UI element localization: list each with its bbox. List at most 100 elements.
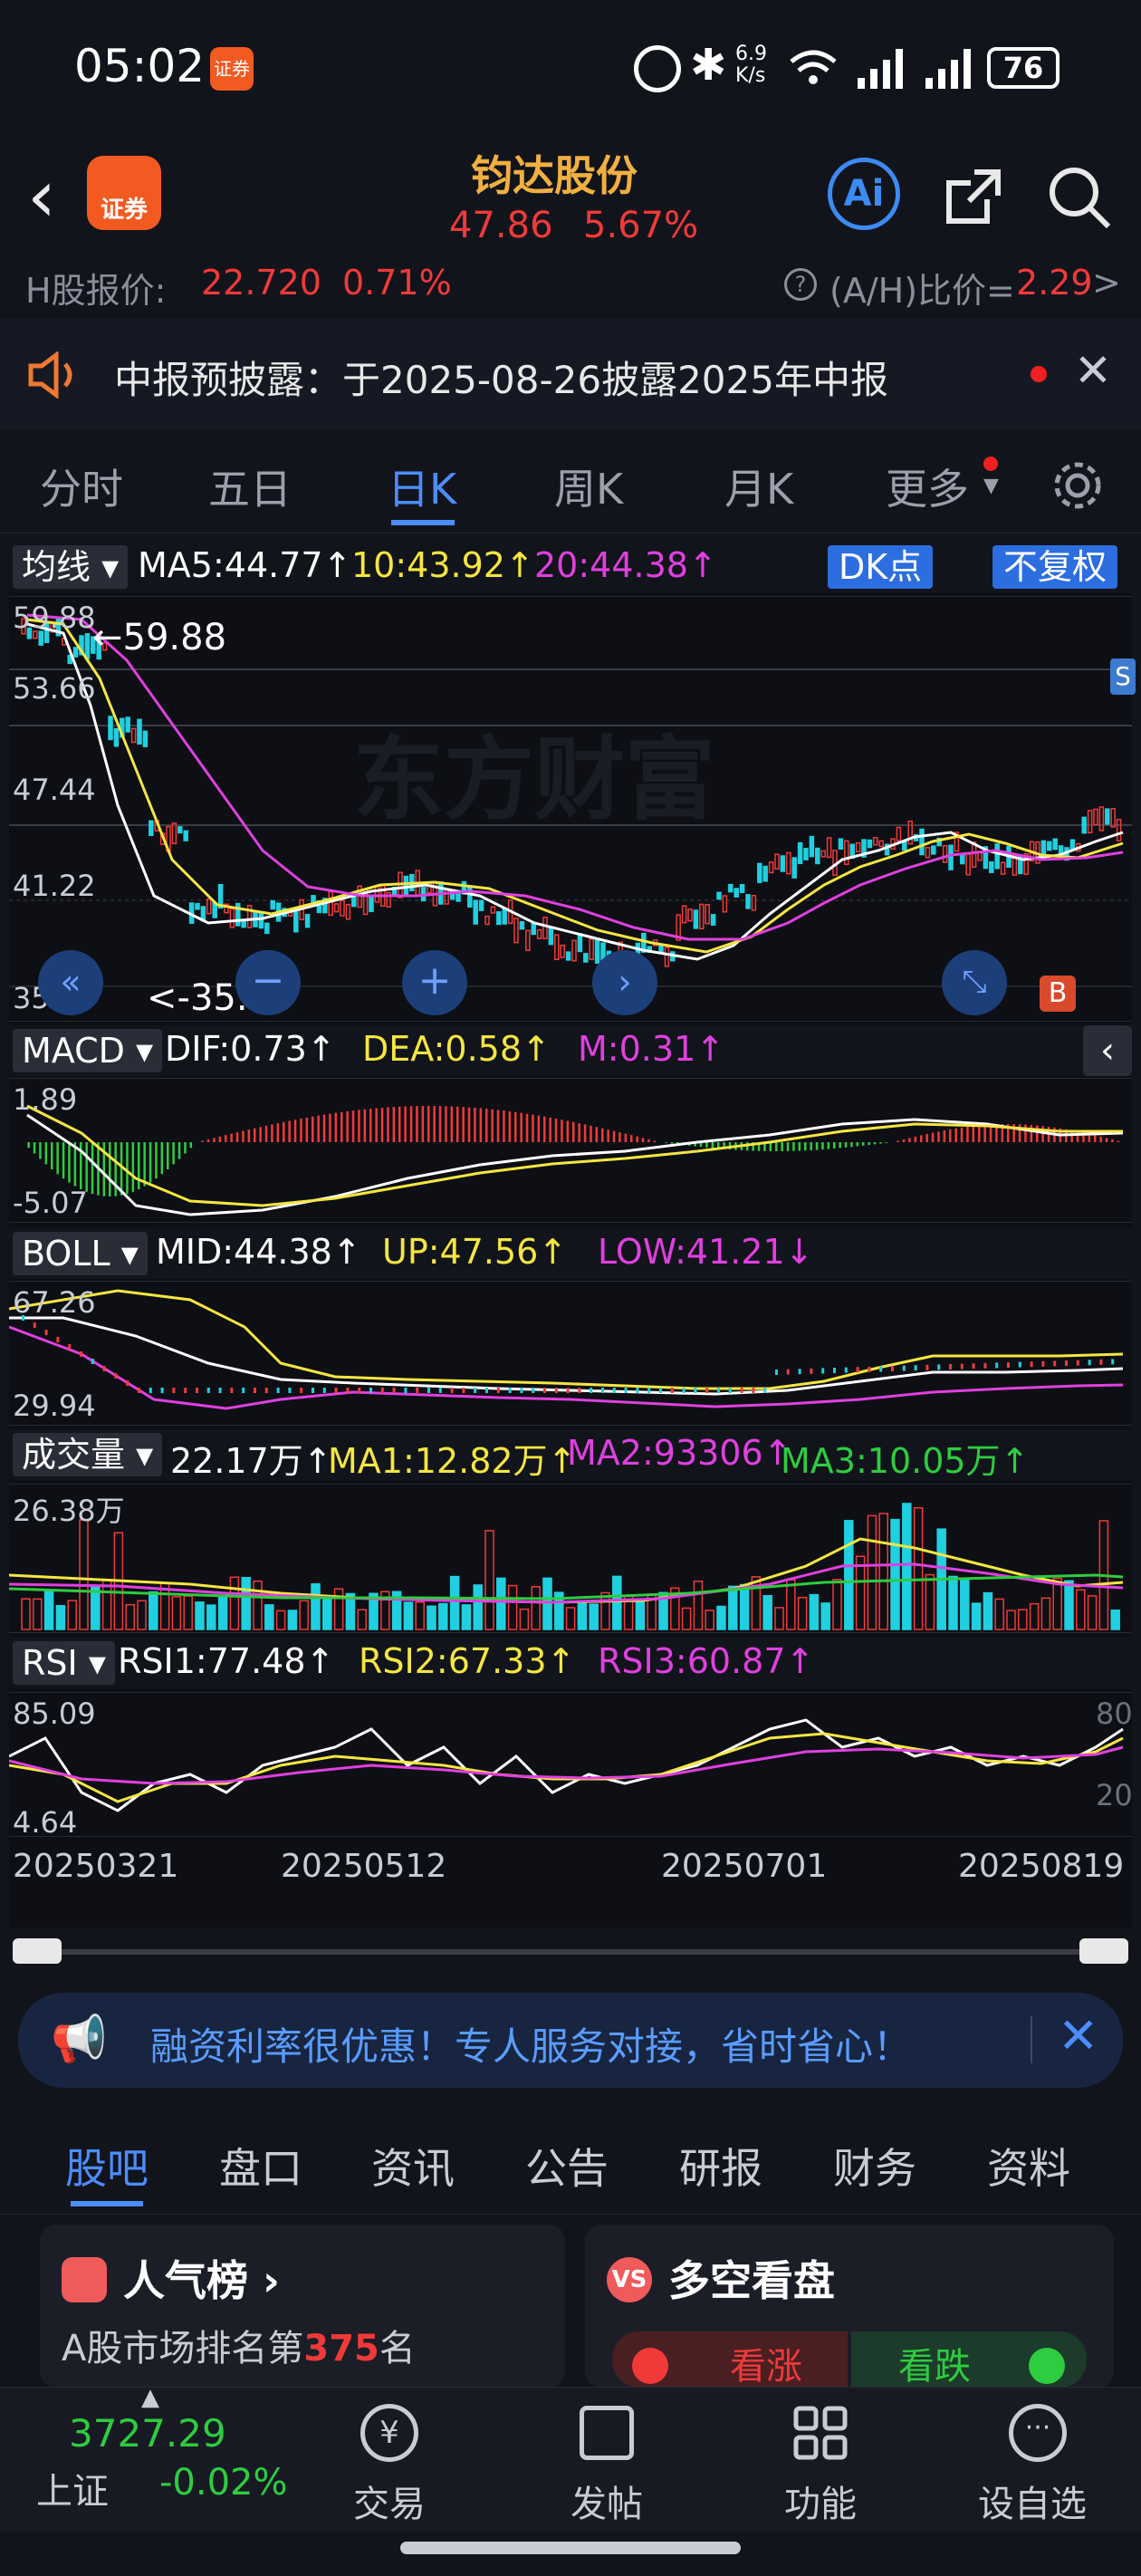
macd-bar <box>85 1142 88 1192</box>
ticker-up-icon: ▲ <box>141 2384 159 2411</box>
zoom-out-icon[interactable]: − <box>235 950 301 1015</box>
macd-bar <box>387 1107 389 1142</box>
tab-more[interactable]: 更多 <box>886 457 969 516</box>
promo-close-icon[interactable]: ✕ <box>1058 2007 1098 2064</box>
nav-post[interactable]: 发帖 <box>558 2397 657 2525</box>
back-icon[interactable]: ‹ <box>27 154 56 238</box>
kline-candle <box>183 830 188 841</box>
fullscreen-icon[interactable]: ⤡ <box>942 950 1007 1015</box>
kline-panel[interactable]: 东方财富 59.88 53.66 47.44 41.22 35.00 ←59.8… <box>9 596 1136 1022</box>
status-bar: 05:02 证券 ✱ 6.9 K/s 76 <box>0 0 1141 136</box>
dk-point-button[interactable]: DK点 <box>828 545 934 589</box>
bear-arrow-icon <box>1029 2348 1065 2384</box>
macd-bar <box>312 1116 314 1142</box>
tab-yanbao[interactable]: 研报 <box>679 2136 762 2196</box>
volume-bar <box>333 1588 344 1630</box>
tab-rik[interactable]: 日K <box>388 457 456 516</box>
tab-zhouk[interactable]: 周K <box>554 457 623 516</box>
volume-bar <box>1076 1589 1086 1630</box>
h-share-row[interactable]: H股报价: 22.720 0.71% ? (A/H)比价= 2.29 > <box>0 263 1141 317</box>
boll-candle <box>670 1388 674 1393</box>
close-icon[interactable]: ✕ <box>1074 344 1112 397</box>
volume-bar <box>902 1503 912 1630</box>
boll-candle <box>196 1388 198 1393</box>
index-ticker[interactable]: ▲ 3727.29 上证 -0.02% <box>36 2384 288 2523</box>
zoom-in-icon[interactable]: + <box>402 950 467 1015</box>
promo-banner[interactable]: 📢 融资利率很优惠！专人服务对接，省时省心！ ✕ <box>18 1993 1123 2088</box>
tab-guba[interactable]: 股吧 <box>65 2136 149 2196</box>
macd-bar <box>827 1142 830 1149</box>
adjust-mode-button[interactable]: 不复权 <box>992 545 1118 589</box>
kline-candle <box>525 929 531 952</box>
nav-trade[interactable]: ¥ 交易 <box>340 2397 440 2525</box>
watermark: 东方财富 <box>353 726 715 832</box>
volume-selector[interactable]: 成交量 ▾ <box>13 1433 163 1476</box>
popularity-card[interactable]: 人气榜 › A股市场排名第375名 <box>40 2225 565 2388</box>
tab-zixun[interactable]: 资讯 <box>371 2136 455 2196</box>
tab-gonggao[interactable]: 公告 <box>525 2136 609 2196</box>
range-handle-left[interactable] <box>13 1938 62 1964</box>
announcement-bar[interactable]: 中报预披露：于2025-08-26披露2025年中报 ✕ <box>0 319 1141 429</box>
scroll-right-icon[interactable]: › <box>592 950 657 1015</box>
help-icon[interactable]: ? <box>784 268 817 301</box>
rsi-y-bottom: 4.64 <box>13 1805 78 1840</box>
ma-selector[interactable]: 均线 ▾ <box>13 545 129 589</box>
nav-functions[interactable]: 功能 <box>772 2397 871 2525</box>
settings-gear-icon[interactable] <box>1050 458 1105 513</box>
volume-bar <box>832 1579 842 1630</box>
kline-chart-area[interactable]: 均线 ▾ MA5:44.77↑ 10:43.92↑ 20:44.38↑ DK点 … <box>9 542 1136 1927</box>
y-label-4: 41.22 <box>13 869 96 903</box>
macd-bar <box>433 1106 436 1142</box>
boll-candle <box>983 1362 987 1369</box>
macd-bar <box>131 1142 135 1192</box>
bull-button[interactable]: 看涨 <box>612 2331 848 2388</box>
bear-button[interactable]: 看跌 <box>851 2331 1087 2388</box>
volume-bar <box>960 1577 970 1630</box>
kline-candle <box>902 841 907 851</box>
broker-logo[interactable]: 证券 <box>87 156 161 230</box>
kline-candle <box>1040 840 1047 857</box>
macd-bar <box>1111 1139 1114 1142</box>
boll-indicator-row: BOLL ▾ MID:44.38↑ UP:47.56↑ LOW:41.21↓ <box>9 1228 1132 1279</box>
ai-assistant-icon[interactable]: Ai <box>828 158 900 230</box>
volume-bar <box>253 1580 263 1630</box>
volume-bar <box>55 1605 66 1630</box>
kline-candle <box>142 730 149 747</box>
nav-watchlist[interactable]: ··· 设自选 <box>974 2397 1101 2525</box>
macd-bar <box>300 1119 302 1142</box>
macd-bar <box>1024 1124 1027 1142</box>
kline-candle <box>1081 816 1087 834</box>
volume-bar <box>449 1575 460 1630</box>
collapse-panel-icon[interactable]: ‹ <box>1083 1025 1132 1076</box>
scroll-left-icon[interactable]: « <box>38 950 103 1015</box>
rsi-selector[interactable]: RSI ▾ <box>13 1641 115 1685</box>
share-icon[interactable] <box>942 163 1007 228</box>
boll-candle <box>1030 1361 1033 1368</box>
app-badge-icon: 证券 <box>210 47 254 91</box>
macd-bar <box>369 1109 372 1142</box>
macd-bar <box>259 1127 262 1142</box>
macd-bar <box>254 1128 256 1142</box>
volume-bar <box>1029 1602 1040 1630</box>
volume-bar <box>217 1595 228 1630</box>
content-tabs: 股吧 盘口 资讯 公告 研报 财务 资料 <box>0 2110 1141 2215</box>
search-icon[interactable] <box>1045 163 1114 232</box>
bull-bear-card[interactable]: VS 多空看盘 看涨 看跌 <box>585 2225 1114 2388</box>
tab-pankou[interactable]: 盘口 <box>219 2136 302 2196</box>
volume-bar <box>43 1590 54 1630</box>
boll-candle <box>404 1388 408 1393</box>
volume-y-top: 26.38万 <box>13 1494 125 1528</box>
range-scrollbar[interactable] <box>13 1938 1128 1964</box>
tab-wuri[interactable]: 五日 <box>208 457 292 516</box>
tab-ziliao[interactable]: 资料 <box>987 2136 1070 2196</box>
tab-caiwu[interactable]: 财务 <box>833 2136 916 2196</box>
kline-candle <box>896 826 902 841</box>
range-handle-right[interactable] <box>1079 1938 1128 1964</box>
volume-bar <box>357 1609 367 1630</box>
macd-selector[interactable]: MACD ▾ <box>13 1029 163 1072</box>
kline-candle <box>340 899 345 917</box>
boll-selector[interactable]: BOLL ▾ <box>13 1232 148 1275</box>
tab-fenshi[interactable]: 分时 <box>40 457 123 516</box>
tab-yuek[interactable]: 月K <box>724 457 793 516</box>
megaphone-icon: 📢 <box>51 2013 108 2065</box>
